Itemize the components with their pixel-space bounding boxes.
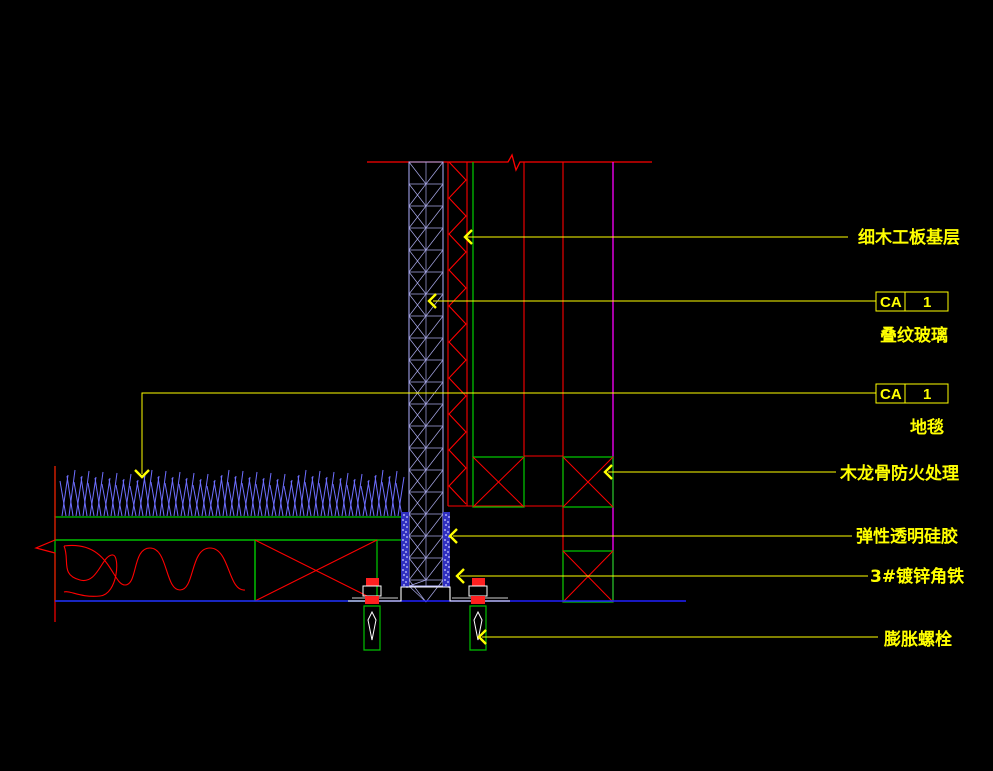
keel-boxes bbox=[472, 456, 614, 603]
leader-lines bbox=[141, 236, 878, 638]
label-glass: 叠纹玻璃 bbox=[880, 325, 948, 346]
floor-layers bbox=[54, 516, 406, 602]
tag-carpet-num: 1 bbox=[923, 386, 931, 403]
tag-glass-code: CA bbox=[880, 294, 902, 311]
tag-carpet: CA 1 bbox=[875, 383, 949, 404]
label-wood-base: 细木工板基层 bbox=[858, 227, 960, 248]
tag-glass: CA 1 bbox=[875, 291, 949, 312]
tag-carpet-code: CA bbox=[880, 386, 902, 403]
underlay-insulation bbox=[63, 545, 246, 597]
expansion-bolt-right bbox=[468, 578, 488, 651]
label-keel: 木龙骨防火处理 bbox=[839, 463, 959, 484]
left-break-line bbox=[34, 466, 56, 622]
carpet-fibres bbox=[59, 469, 405, 517]
section-drawing: CA 1 CA 1 细木工板基层 叠纹玻璃 地毯 木龙骨防火处理 弹性透明硅胶 … bbox=[34, 153, 964, 651]
expansion-bolt-left bbox=[362, 578, 382, 651]
label-sealant: 弹性透明硅胶 bbox=[856, 526, 958, 547]
label-angle-iron: 3#镀锌角铁 bbox=[870, 566, 964, 587]
tag-glass-num: 1 bbox=[923, 294, 931, 311]
glass-wall bbox=[408, 161, 444, 603]
label-bolt: 膨胀螺栓 bbox=[884, 629, 952, 650]
wood-base-board bbox=[447, 161, 564, 600]
label-carpet: 地毯 bbox=[910, 417, 944, 438]
